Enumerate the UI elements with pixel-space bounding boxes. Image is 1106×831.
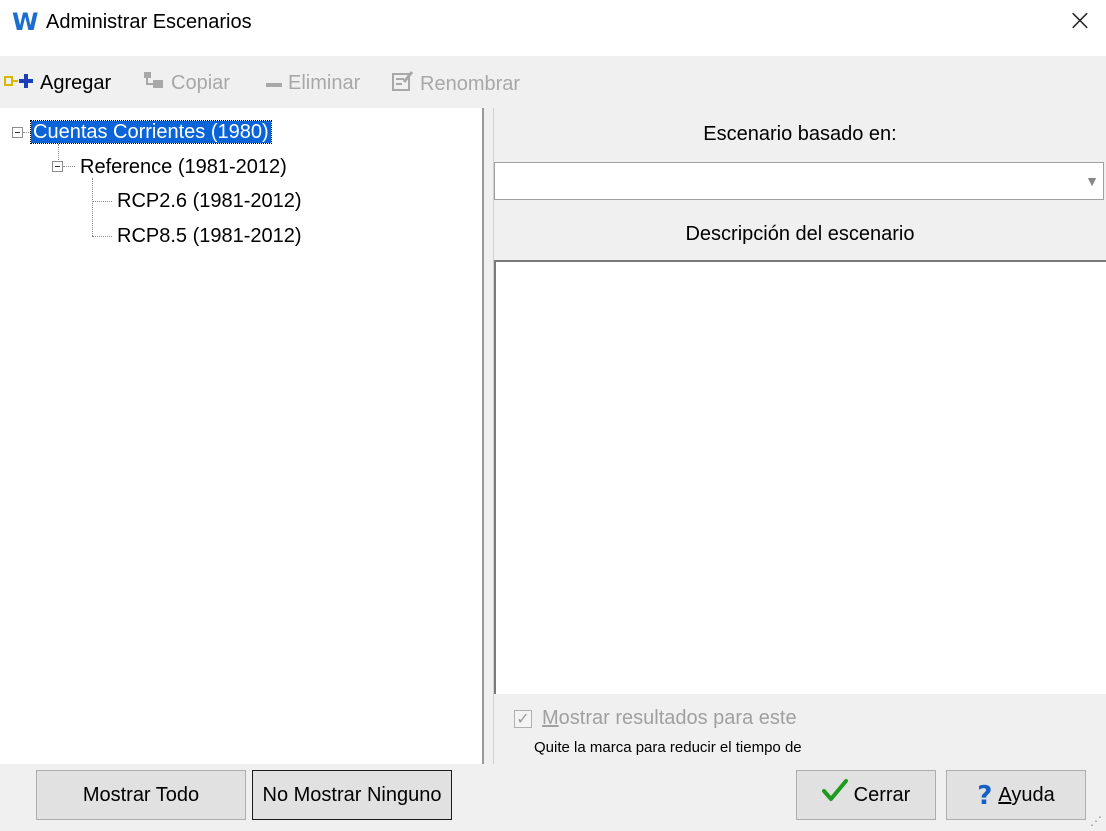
- toolbar: Agregar Copiar Eliminar Renombrar: [0, 56, 1106, 108]
- tree-connector: [92, 178, 93, 236]
- tree-item-reference[interactable]: Reference (1981-2012): [80, 152, 287, 182]
- pane-splitter[interactable]: [482, 108, 494, 764]
- show-results-label[interactable]: Mostrar resultados para este: [542, 706, 797, 730]
- rename-icon: [392, 70, 414, 99]
- tree-item-rcp26[interactable]: RCP2.6 (1981-2012): [117, 186, 302, 216]
- delete-button[interactable]: Eliminar: [266, 70, 360, 96]
- close-label: Cerrar: [853, 784, 911, 806]
- show-results-accel: M: [542, 707, 559, 729]
- close-button[interactable]: Cerrar: [796, 770, 936, 820]
- delete-label: Eliminar: [288, 72, 361, 94]
- tree-connector: [63, 166, 75, 167]
- copy-label: Copiar: [171, 72, 230, 94]
- tree-connector: [92, 201, 112, 202]
- tree-connector: [58, 144, 59, 162]
- checkmark-icon: [821, 772, 848, 819]
- tree-item-rcp26-label: RCP2.6 (1981-2012): [117, 190, 302, 212]
- window-title: Administrar Escenarios: [46, 11, 252, 33]
- collapse-root-icon[interactable]: [12, 127, 23, 138]
- collapse-reference-icon[interactable]: [52, 161, 63, 172]
- tree-item-root-label: Cuentas Corrientes (1980): [30, 120, 272, 144]
- dropdown-arrow-icon[interactable]: ▼: [1081, 163, 1103, 199]
- description-textarea[interactable]: [494, 260, 1106, 694]
- help-accel: A: [998, 784, 1012, 806]
- title-bar: W Administrar Escenarios ×: [0, 0, 1106, 44]
- tree-item-reference-label: Reference (1981-2012): [80, 156, 287, 178]
- show-results-label-rest: ostrar resultados para este: [558, 707, 797, 729]
- button-bar: Mostrar Todo No Mostrar Ninguno Cerrar ?…: [0, 764, 1106, 831]
- show-all-button[interactable]: Mostrar Todo: [36, 770, 246, 820]
- close-window-button[interactable]: ×: [1060, 4, 1100, 40]
- based-on-select[interactable]: ▼: [494, 162, 1104, 200]
- app-logo-icon: W: [12, 8, 39, 36]
- show-none-button[interactable]: No Mostrar Ninguno: [252, 770, 452, 820]
- tree-item-rcp85-label: RCP8.5 (1981-2012): [117, 225, 302, 247]
- add-label: Agregar: [40, 72, 112, 94]
- help-label-rest: yuda: [1011, 784, 1055, 806]
- tree-item-root[interactable]: Cuentas Corrientes (1980): [30, 117, 272, 147]
- copy-button[interactable]: Copiar: [143, 70, 230, 96]
- tree-connector: [92, 236, 112, 237]
- rename-label: Renombrar: [420, 72, 521, 95]
- description-header: Descripción del escenario: [494, 208, 1106, 260]
- tree-item-rcp85[interactable]: RCP8.5 (1981-2012): [117, 221, 302, 251]
- show-results-checkbox[interactable]: ✓: [514, 710, 532, 728]
- add-scenario-icon: [4, 71, 34, 97]
- resize-grip-icon[interactable]: ⋰: [1090, 815, 1102, 827]
- add-button[interactable]: Agregar: [4, 70, 111, 96]
- based-on-header: Escenario basado en:: [494, 108, 1106, 160]
- show-results-hint: Quite la marca para reducir el tiempo de: [534, 739, 802, 756]
- copy-icon: [143, 70, 165, 97]
- rename-button[interactable]: Renombrar: [392, 70, 520, 96]
- help-icon: ?: [977, 780, 993, 811]
- scenario-tree[interactable]: Cuentas Corrientes (1980) Reference (198…: [0, 108, 482, 764]
- scenario-details-panel: Escenario basado en: ▼ Descripción del e…: [494, 108, 1106, 764]
- tree-connector: [23, 132, 31, 133]
- minus-icon: [266, 71, 282, 97]
- help-button[interactable]: ? Ayuda: [946, 770, 1086, 820]
